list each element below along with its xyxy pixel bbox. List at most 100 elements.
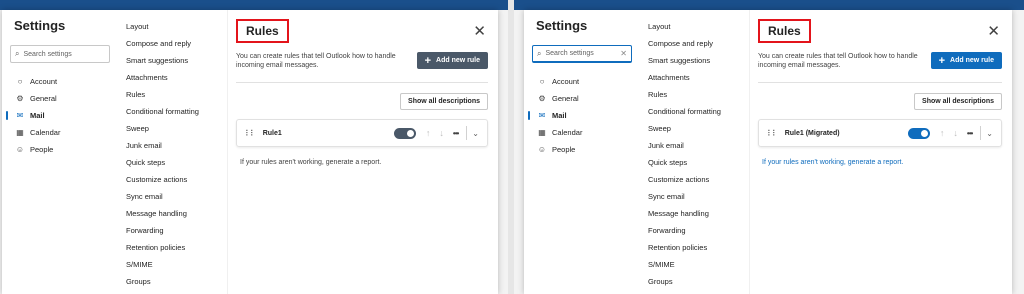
move-up-icon[interactable]: ↑ [940,128,945,138]
chevron-down-icon[interactable]: ⌄ [472,129,479,138]
separator [466,126,468,140]
rules-panel: Rules ✕ You can create rules that tell O… [228,10,498,294]
category-general[interactable]: ⚙ General [10,90,110,107]
subsetting-quick-steps[interactable]: Quick steps [118,154,227,171]
subsetting-layout[interactable]: Layout [118,18,227,35]
rule-name: Rule1 (Migrated) [784,129,840,137]
rules-title: Rules [758,19,811,43]
subsetting-rules[interactable]: Rules [118,86,227,103]
subsetting-conditional-formatting[interactable]: Conditional formatting [118,103,227,120]
category-label: Mail [30,111,45,120]
search-input[interactable]: ⌕ Search settings ✕ [532,45,632,63]
calendar-icon: ▦ [538,128,546,137]
category-label: Account [30,77,58,86]
people-icon: ☺ [537,145,547,154]
subsetting-groups[interactable]: Groups [118,273,227,290]
gear-icon: ⚙ [16,94,24,103]
subsetting-forwarding[interactable]: Forwarding [118,222,227,239]
rules-description: You can create rules that tell Outlook h… [758,53,918,69]
settings-dialog: Settings ⌕ Search settings ○ Account ⚙ Gen… [2,10,498,294]
settings-categories: Settings ⌕ Search settings ○ Account ⚙ Gen… [2,10,118,294]
category-label: General [30,94,57,103]
subsetting-rules[interactable]: Rules [640,86,749,103]
subsetting-retention-policies[interactable]: Retention policies [640,239,749,256]
drag-handle-icon[interactable]: ⠇⠇ [245,129,256,138]
subsetting-junk-email[interactable]: Junk email [640,137,749,154]
subsetting-smart-suggestions[interactable]: Smart suggestions [118,52,227,69]
subsetting-conditional-formatting[interactable]: Conditional formatting [640,103,749,120]
add-new-rule-button[interactable]: + Add new rule [930,52,1002,69]
subsetting-forwarding[interactable]: Forwarding [640,222,749,239]
category-mail[interactable]: ✉ Mail [528,107,632,124]
subsetting-attachments[interactable]: Attachments [118,69,227,86]
category-label: Calendar [30,128,61,137]
rule-enabled-toggle[interactable] [393,127,416,139]
category-people[interactable]: ☺ People [532,141,632,158]
close-icon[interactable]: ✕ [473,22,486,40]
drag-handle-icon[interactable]: ⠇⠇ [767,129,778,138]
subsetting-groups[interactable]: Groups [640,273,749,290]
move-up-icon[interactable]: ↑ [426,128,431,138]
subsetting-retention-policies[interactable]: Retention policies [118,239,227,256]
subsetting-sweep[interactable]: Sweep [118,120,227,137]
rule-enabled-toggle[interactable] [907,127,930,139]
search-input[interactable]: ⌕ Search settings [10,45,110,63]
category-people[interactable]: ☺ People [10,141,110,158]
subsetting-smime[interactable]: S/MIME [118,256,227,273]
subsetting-sync-email[interactable]: Sync email [640,188,749,205]
settings-title: Settings [14,18,66,33]
rules-description: You can create rules that tell Outlook h… [236,53,396,69]
category-account[interactable]: ○ Account [10,73,110,90]
report-link[interactable]: If your rules aren't working, generate a… [236,159,488,166]
plus-icon: + [424,54,432,67]
subsetting-compose-and-reply[interactable]: Compose and reply [640,35,749,52]
show-all-descriptions-button[interactable]: Show all descriptions [400,93,488,110]
calendar-icon: ▦ [16,128,24,137]
subsetting-message-handling[interactable]: Message handling [118,205,227,222]
settings-title: Settings [536,18,588,33]
subsetting-smime[interactable]: S/MIME [640,256,749,273]
category-label: Mail [552,111,567,120]
add-new-rule-button[interactable]: + Add new rule [416,52,488,69]
mail-subsettings: Layout Compose and reply Smart suggestio… [640,10,750,294]
more-options-icon[interactable]: ••• [453,129,459,138]
category-label: Account [552,77,580,86]
subsetting-message-handling[interactable]: Message handling [640,205,749,222]
category-calendar[interactable]: ▦ Calendar [532,124,632,141]
chevron-down-icon[interactable]: ⌄ [986,129,993,138]
add-new-rule-label: Add new rule [436,57,480,64]
subsetting-quick-steps[interactable]: Quick steps [640,154,749,171]
move-down-icon[interactable]: ↓ [953,128,958,138]
report-link[interactable]: If your rules aren't working, generate a… [758,159,1002,166]
plus-icon: + [938,54,946,67]
person-icon: ○ [17,77,23,86]
subsetting-smart-suggestions[interactable]: Smart suggestions [640,52,749,69]
add-new-rule-label: Add new rule [950,57,994,64]
settings-categories: Settings ⌕ Search settings ✕ ○ Account ⚙ G… [524,10,640,294]
subsetting-sweep[interactable]: Sweep [640,120,749,137]
subsetting-customize-actions[interactable]: Customize actions [118,171,227,188]
app-header-strip [514,0,1024,10]
rule-row[interactable]: ⠇⠇ Rule1 ↑ ↓ ••• ⌄ [236,119,488,147]
category-account[interactable]: ○ Account [532,73,632,90]
close-icon[interactable]: ✕ [987,22,1000,40]
settings-window-left: Settings ⌕ Search settings ○ Account ⚙ Gen… [0,0,508,294]
category-general[interactable]: ⚙ General [532,90,632,107]
search-placeholder: Search settings [545,50,594,57]
search-icon: ⌕ [15,49,20,58]
subsetting-customize-actions[interactable]: Customize actions [640,171,749,188]
subsetting-sync-email[interactable]: Sync email [118,188,227,205]
clear-search-icon[interactable]: ✕ [620,49,627,58]
rule-row[interactable]: ⠇⠇ Rule1 (Migrated) ↑ ↓ ••• ⌄ [758,119,1002,147]
search-icon: ⌕ [537,48,542,58]
subsetting-compose-and-reply[interactable]: Compose and reply [118,35,227,52]
category-label: Calendar [552,128,583,137]
move-down-icon[interactable]: ↓ [439,128,444,138]
subsetting-attachments[interactable]: Attachments [640,69,749,86]
category-mail[interactable]: ✉ Mail [6,107,110,124]
category-calendar[interactable]: ▦ Calendar [10,124,110,141]
subsetting-junk-email[interactable]: Junk email [118,137,227,154]
more-options-icon[interactable]: ••• [967,129,973,138]
show-all-descriptions-button[interactable]: Show all descriptions [914,93,1002,110]
subsetting-layout[interactable]: Layout [640,18,749,35]
